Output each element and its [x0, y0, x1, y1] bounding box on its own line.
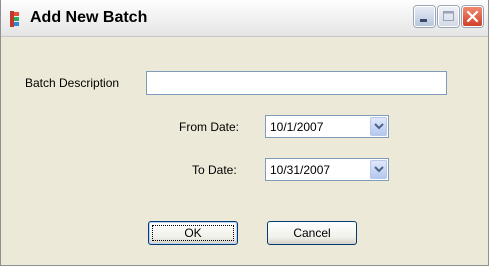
maximize-button[interactable]: [438, 6, 459, 27]
to-date-label: To Date:: [192, 163, 237, 177]
batch-description-input[interactable]: [146, 71, 447, 95]
app-icon: [10, 11, 20, 27]
close-button[interactable]: [462, 6, 483, 27]
to-date-dropdown-button[interactable]: [370, 160, 387, 179]
minimize-button[interactable]: [414, 6, 435, 27]
ok-button[interactable]: OK: [148, 221, 238, 245]
chevron-down-icon: [374, 166, 384, 173]
from-date-dropdown-button[interactable]: [370, 117, 387, 136]
to-date-value: 10/31/2007: [270, 163, 331, 177]
cancel-button[interactable]: Cancel: [267, 221, 357, 245]
close-icon: [466, 10, 479, 23]
title-bar[interactable]: Add New Batch: [1, 0, 488, 37]
from-date-value: 10/1/2007: [270, 120, 324, 134]
ok-button-label: OK: [184, 226, 202, 240]
batch-description-label: Batch Description: [25, 76, 120, 90]
chevron-down-icon: [374, 123, 384, 130]
from-date-label: From Date:: [179, 120, 240, 134]
from-date-picker[interactable]: 10/1/2007: [265, 115, 389, 138]
to-date-picker[interactable]: 10/31/2007: [265, 158, 389, 181]
cancel-button-label: Cancel: [293, 226, 331, 240]
add-new-batch-dialog: Add New Batch Batch Description From Dat…: [0, 0, 489, 266]
minimize-icon: [420, 19, 427, 22]
window-title: Add New Batch: [30, 9, 148, 26]
maximize-icon: [443, 11, 454, 21]
